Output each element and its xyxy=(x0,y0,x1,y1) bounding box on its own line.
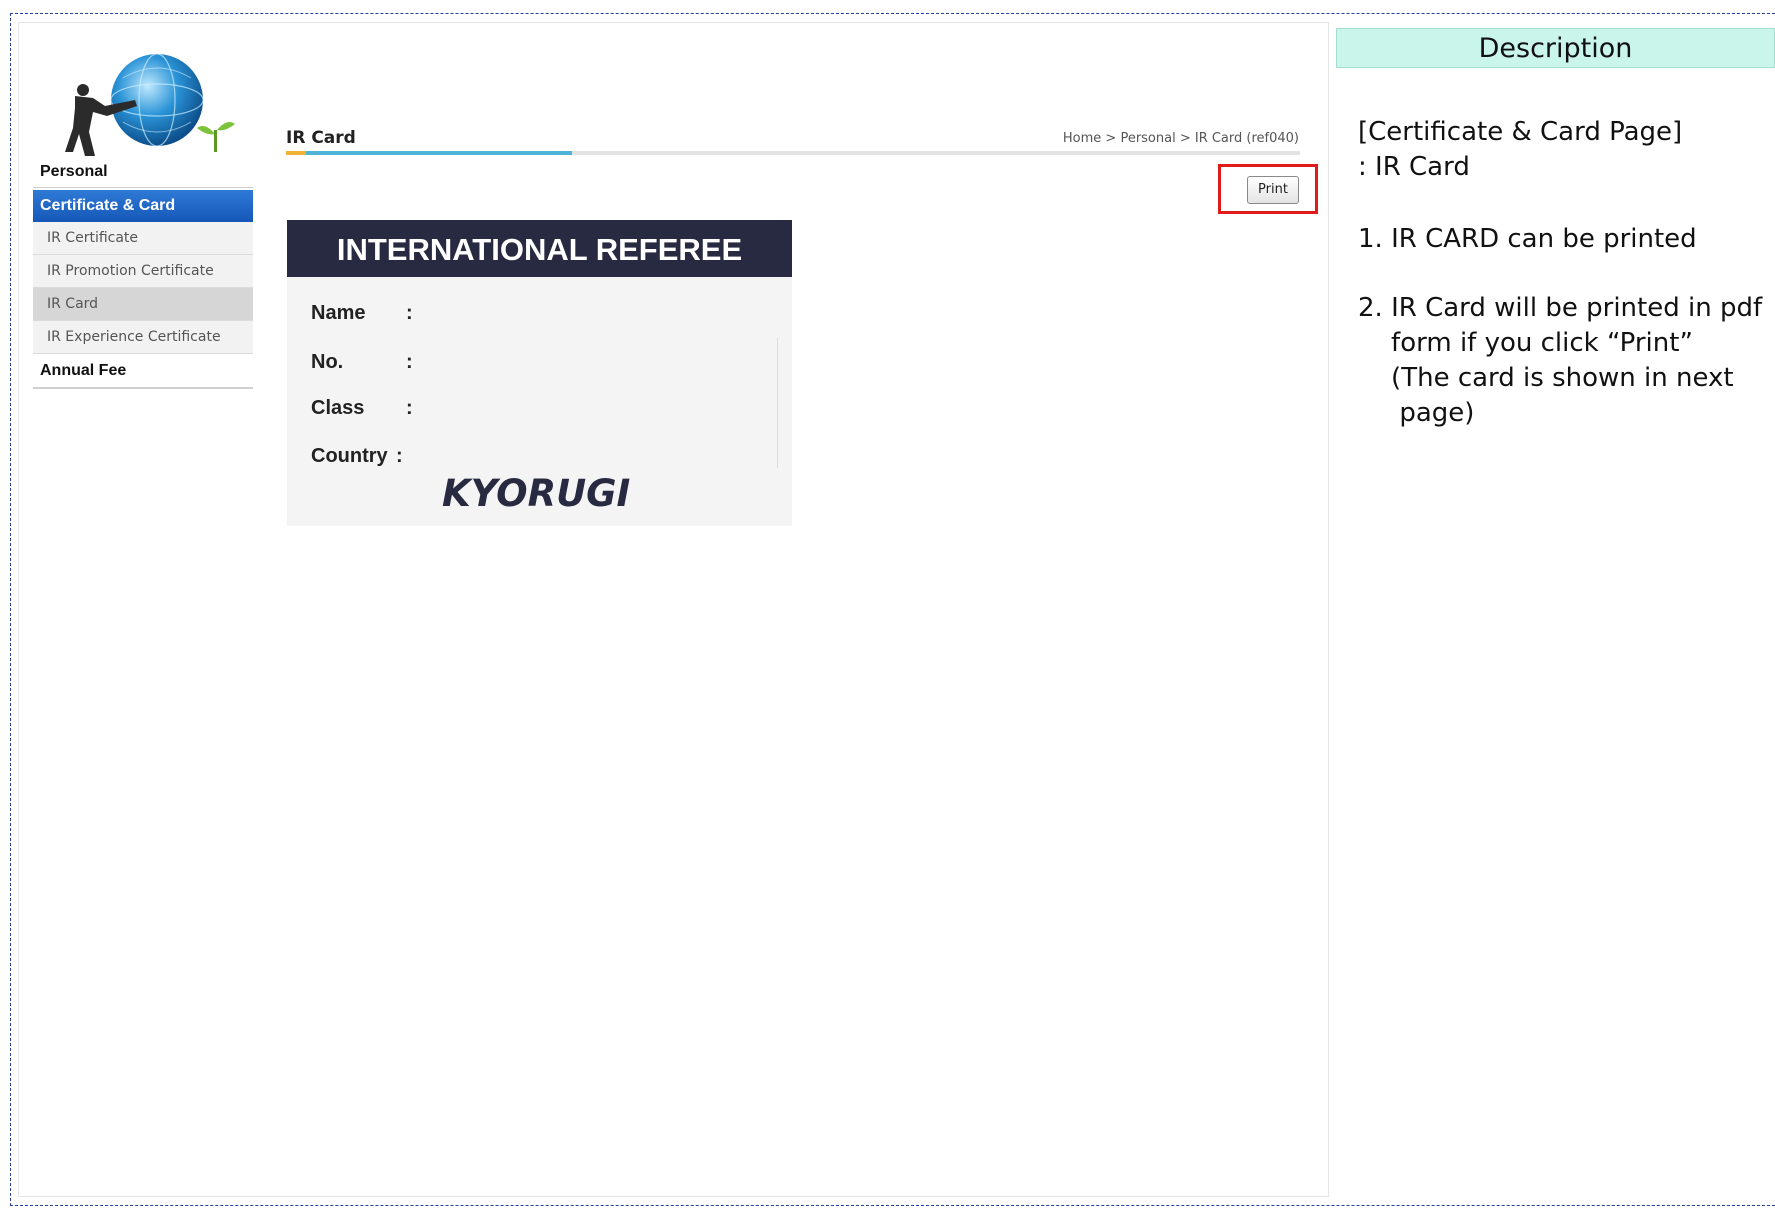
sidebar-item-annual-fee[interactable]: Annual Fee xyxy=(33,354,253,389)
sidebar-item-ir-experience-certificate[interactable]: IR Experience Certificate xyxy=(33,321,253,354)
breadcrumb: Home > Personal > IR Card (ref040) xyxy=(1062,131,1299,146)
card-field-country: Country: xyxy=(311,445,403,468)
sidebar-item-ir-promotion-certificate[interactable]: IR Promotion Certificate xyxy=(33,255,253,288)
card-field-label: No. xyxy=(311,351,344,373)
card-field-sep: : xyxy=(406,397,413,419)
print-button[interactable]: Print xyxy=(1247,176,1299,204)
card-field-sep: : xyxy=(406,302,413,324)
card-field-sep: : xyxy=(406,351,413,373)
description-line: [Certificate & Card Page] xyxy=(1358,117,1683,147)
card-field-label: Name xyxy=(311,302,366,324)
description-line: (The card is shown in next xyxy=(1358,363,1734,393)
card-divider xyxy=(777,338,778,468)
card-event-label: KYORUGI xyxy=(442,472,631,515)
card-field-label: Class xyxy=(311,397,365,419)
title-underline xyxy=(286,151,1300,155)
description-line: form if you click “Print” xyxy=(1358,328,1693,358)
sidebar: Personal Certificate & Card IR Certifica… xyxy=(33,157,253,389)
taekwondo-globe-logo xyxy=(65,53,235,156)
card-field-class: Class: xyxy=(311,397,413,420)
sidebar-item-ir-certificate[interactable]: IR Certificate xyxy=(33,222,253,255)
title-accent-blue xyxy=(306,151,572,155)
card-field-sep: : xyxy=(396,445,403,467)
description-line: 1. IR CARD can be printed xyxy=(1358,224,1697,254)
ir-card-preview: INTERNATIONAL REFEREE Name: No.: Class: … xyxy=(287,220,792,526)
sidebar-item-personal[interactable]: Personal xyxy=(33,157,253,188)
sidebar-item-ir-card[interactable]: IR Card xyxy=(33,288,253,321)
title-accent-orange xyxy=(286,151,306,155)
card-field-label: Country xyxy=(311,445,388,467)
description-line: : IR Card xyxy=(1358,152,1470,182)
card-heading: INTERNATIONAL REFEREE xyxy=(287,220,792,277)
sidebar-section-certificate-card[interactable]: Certificate & Card xyxy=(33,190,253,222)
card-field-name: Name: xyxy=(311,302,413,325)
description-heading: Description xyxy=(1336,28,1775,68)
description-line: page) xyxy=(1358,398,1475,428)
description-line: 2. IR Card will be printed in pdf xyxy=(1358,293,1763,323)
card-field-no: No.: xyxy=(311,351,413,374)
page-title: IR Card xyxy=(286,128,356,148)
